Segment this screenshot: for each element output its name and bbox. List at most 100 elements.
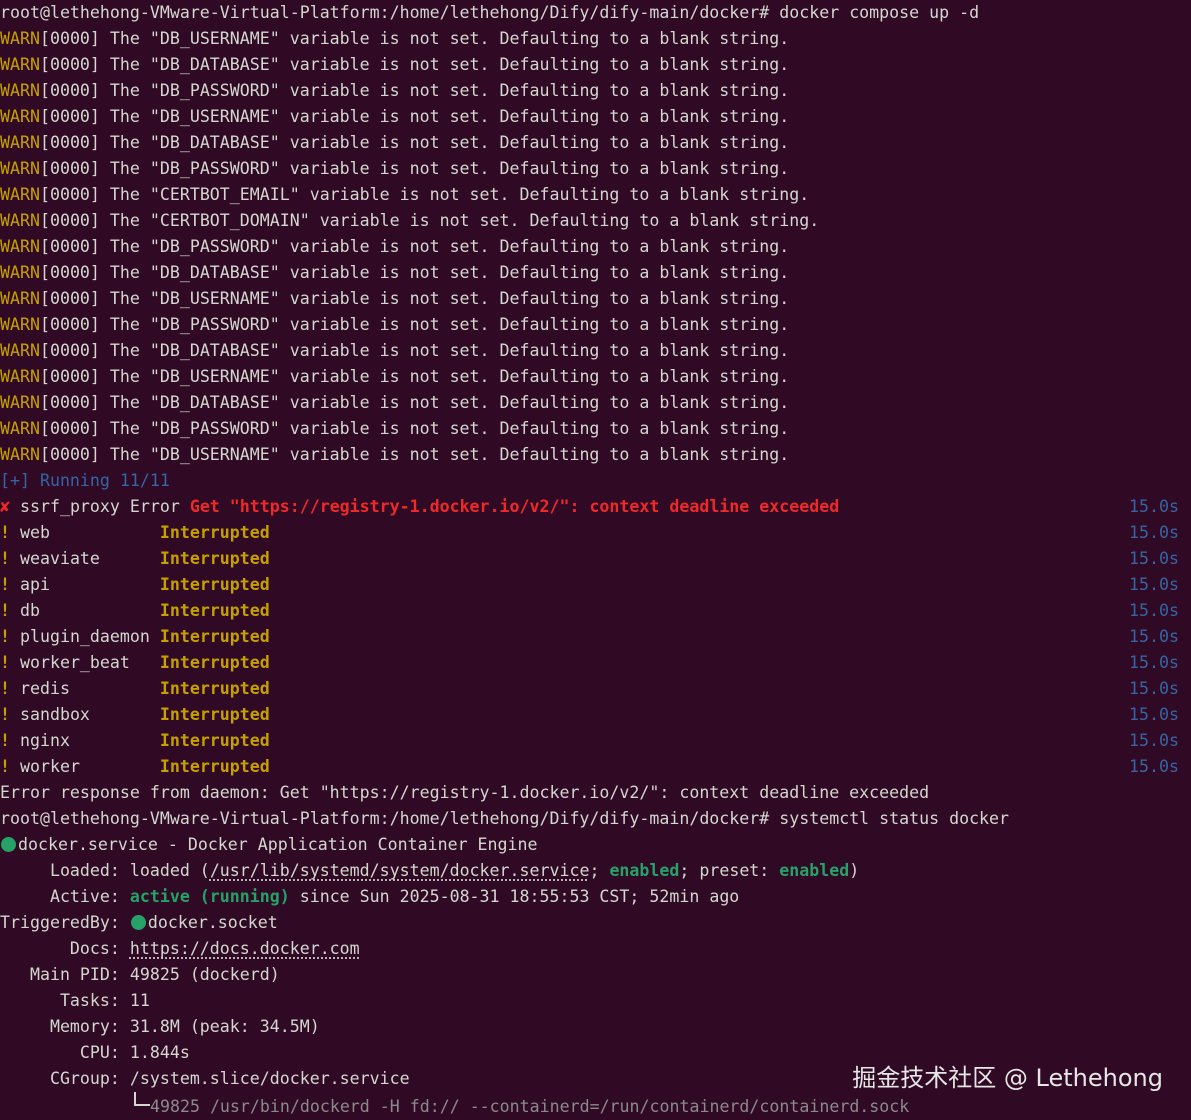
warning-line: WARN[0000] The "DB_USERNAME" variable is… xyxy=(0,442,1191,468)
memory-label: Memory: xyxy=(0,1017,130,1036)
service-row: ! web Interrupted 15.0s xyxy=(0,520,1191,546)
warn-label: WARN xyxy=(0,367,40,386)
service-time: 15.0s xyxy=(1129,731,1179,750)
warning-line: WARN[0000] The "DB_PASSWORD" variable is… xyxy=(0,416,1191,442)
warning-bang-icon: ! xyxy=(0,705,10,724)
cpu-label: CPU: xyxy=(0,1043,130,1062)
warning-bang-icon: ! xyxy=(0,575,10,594)
service-name: weaviate xyxy=(10,549,160,568)
warn-label: WARN xyxy=(0,263,40,282)
service-status: Interrupted xyxy=(159,679,270,698)
active-label: Active: xyxy=(0,887,130,906)
service-status: Interrupted xyxy=(159,731,270,750)
green-status-dot-icon xyxy=(1,837,16,852)
service-row: ! plugin_daemon Interrupted 15.0s xyxy=(0,624,1191,650)
warn-label: WARN xyxy=(0,289,40,308)
cpu-value: 1.844s xyxy=(129,1043,190,1062)
warning-bang-icon: ! xyxy=(0,653,10,672)
process-command: 49825 /usr/bin/dockerd -H fd:// --contai… xyxy=(150,1097,910,1116)
tree-branch-icon xyxy=(134,1092,150,1106)
service-row: ! sandbox Interrupted 15.0s xyxy=(0,702,1191,728)
service-row: ! redis Interrupted 15.0s xyxy=(0,676,1191,702)
loaded-prefix: loaded ( xyxy=(129,861,210,880)
command-line-2: root@lethehong-VMware-Virtual-Platform:/… xyxy=(0,806,1191,832)
service-time: 15.0s xyxy=(1129,523,1179,542)
warning-bang-icon: ! xyxy=(0,523,10,542)
docs-link[interactable]: https://docs.docker.com xyxy=(130,939,360,958)
warning-bang-icon: ! xyxy=(0,731,10,750)
service-status: Interrupted xyxy=(159,653,270,672)
warning-line: WARN[0000] The "CERTBOT_DOMAIN" variable… xyxy=(0,208,1191,234)
service-time: 15.0s xyxy=(1129,575,1179,594)
warn-label: WARN xyxy=(0,315,40,334)
warn-label: WARN xyxy=(0,107,40,126)
service-time: 15.0s xyxy=(1129,601,1179,620)
docs-line: Docs: https://docs.docker.com xyxy=(0,936,1191,962)
warning-text: [0000] The "DB_PASSWORD" variable is not… xyxy=(39,159,790,178)
pid-value: 49825 (dockerd) xyxy=(129,965,280,984)
warning-text: [0000] The "DB_PASSWORD" variable is not… xyxy=(39,315,790,334)
memory-value: 31.8M (peak: 34.5M) xyxy=(129,1017,320,1036)
warn-label: WARN xyxy=(0,237,40,256)
warning-bang-icon: ! xyxy=(0,679,10,698)
warning-text: [0000] The "DB_DATABASE" variable is not… xyxy=(39,393,790,412)
warning-line: WARN[0000] The "DB_PASSWORD" variable is… xyxy=(0,156,1191,182)
loaded-label: Loaded: xyxy=(0,861,130,880)
tasks-line: Tasks: 11 xyxy=(0,988,1191,1014)
warn-label: WARN xyxy=(0,133,40,152)
service-row: ! worker_beat Interrupted 15.0s xyxy=(0,650,1191,676)
warning-bang-icon: ! xyxy=(0,601,10,620)
warning-text: [0000] The "DB_USERNAME" variable is not… xyxy=(39,289,790,308)
terminal-window[interactable]: root@lethehong-VMware-Virtual-Platform:/… xyxy=(0,0,1191,1118)
service-name: redis xyxy=(10,679,160,698)
service-name: worker xyxy=(10,757,160,776)
warning-text: [0000] The "DB_PASSWORD" variable is not… xyxy=(39,419,790,438)
warning-bang-icon: ! xyxy=(0,757,10,776)
active-since: since Sun 2025-08-31 18:55:53 CST; 52min… xyxy=(289,887,740,906)
cgroup-label: CGroup: xyxy=(0,1069,130,1088)
warning-text: [0000] The "DB_USERNAME" variable is not… xyxy=(39,445,790,464)
docs-label: Docs: xyxy=(0,939,130,958)
service-row: ! db Interrupted 15.0s xyxy=(0,598,1191,624)
service-time: 15.0s xyxy=(1129,757,1179,776)
service-row: ! worker Interrupted 15.0s xyxy=(0,754,1191,780)
service-status: Interrupted xyxy=(159,549,270,568)
warning-line: WARN[0000] The "DB_USERNAME" variable is… xyxy=(0,286,1191,312)
warning-text: [0000] The "DB_DATABASE" variable is not… xyxy=(39,263,790,282)
loaded-suffix: ) xyxy=(849,861,860,880)
service-time: 15.0s xyxy=(1129,705,1179,724)
service-name: ssrf_proxy Error xyxy=(10,497,190,516)
warning-bang-icon: ! xyxy=(0,549,10,568)
loaded-separator: ; xyxy=(589,861,610,880)
warning-line: WARN[0000] The "CERTBOT_EMAIL" variable … xyxy=(0,182,1191,208)
service-row: ! api Interrupted 15.0s xyxy=(0,572,1191,598)
loaded-line: Loaded: loaded (/usr/lib/systemd/system/… xyxy=(0,858,1191,884)
warning-text: [0000] The "DB_USERNAME" variable is not… xyxy=(39,29,790,48)
preset-state: enabled xyxy=(779,861,850,880)
green-status-dot-icon xyxy=(130,915,146,930)
warning-line: WARN[0000] The "DB_USERNAME" variable is… xyxy=(0,104,1191,130)
shell-prompt: root@lethehong-VMware-Virtual-Platform:/… xyxy=(0,809,770,828)
service-time: 15.0s xyxy=(1129,679,1179,698)
unit-header: docker.service - Docker Application Cont… xyxy=(0,832,1191,858)
warning-text: [0000] The "CERTBOT_EMAIL" variable is n… xyxy=(39,185,810,204)
warning-text: [0000] The "DB_PASSWORD" variable is not… xyxy=(39,237,790,256)
warn-label: WARN xyxy=(0,81,40,100)
unit-file-link[interactable]: /usr/lib/systemd/system/docker.service xyxy=(210,861,590,880)
warning-text: [0000] The "CERTBOT_DOMAIN" variable is … xyxy=(39,211,820,230)
service-status: Interrupted xyxy=(159,601,270,620)
service-status: Interrupted xyxy=(159,575,270,594)
warning-line: WARN[0000] The "DB_DATABASE" variable is… xyxy=(0,52,1191,78)
preset-label: ; preset: xyxy=(679,861,780,880)
active-line: Active: active (running) since Sun 2025-… xyxy=(0,884,1191,910)
warning-line: WARN[0000] The "DB_DATABASE" variable is… xyxy=(0,338,1191,364)
error-x-icon: ✘ xyxy=(0,497,10,516)
warn-label: WARN xyxy=(0,29,40,48)
service-row-ssrf-proxy: ✘ ssrf_proxy Error Get "https://registry… xyxy=(0,494,1191,520)
triggered-label: TriggeredBy: xyxy=(0,913,130,932)
warning-line: WARN[0000] The "DB_USERNAME" variable is… xyxy=(0,26,1191,52)
service-name: sandbox xyxy=(10,705,160,724)
warning-line: WARN[0000] The "DB_DATABASE" variable is… xyxy=(0,130,1191,156)
warn-label: WARN xyxy=(0,185,40,204)
service-name: nginx xyxy=(10,731,160,750)
